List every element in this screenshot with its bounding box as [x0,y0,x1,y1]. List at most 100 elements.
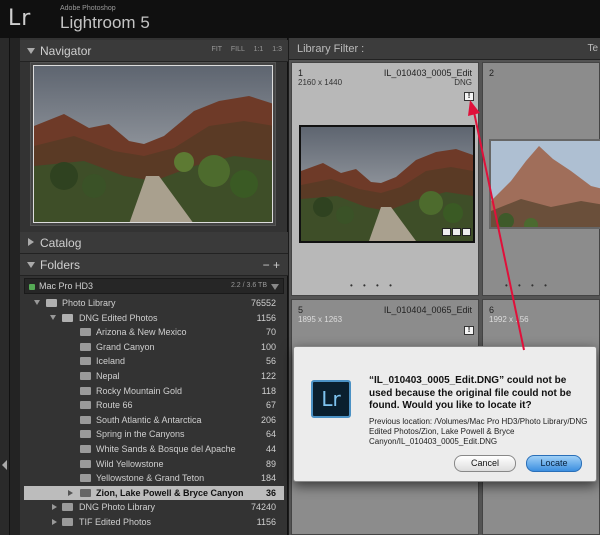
left-edge-toggle[interactable] [0,38,10,535]
folder-item[interactable]: DNG Photo Library 74240 [24,500,284,515]
folder-item[interactable]: Spring in the Canyons 64 [24,427,284,442]
chevron-right-icon[interactable] [52,518,57,525]
cell-extension: DNG [454,78,472,87]
folder-item[interactable]: White Sands & Bosque del Apache 44 [24,442,284,457]
folder-icon [46,299,57,307]
folder-icon [62,503,73,512]
grid-cell[interactable]: 1 IL_010403_0005_Edit 2160 x 1440 DNG ! [291,62,479,296]
folder-label: Photo Library [62,298,116,308]
folder-label: Arizona & New Mexico [96,327,187,338]
keyword-badge-icon[interactable] [442,228,451,236]
folder-item[interactable]: Grand Canyon 100 [24,340,284,355]
folder-item[interactable]: South Atlantic & Antarctica 206 [24,413,284,428]
chevron-right-icon[interactable] [52,504,57,511]
folder-label: Yellowstone & Grand Teton [96,473,205,484]
catalog-header[interactable]: Catalog [20,232,288,254]
navigator-header[interactable]: Navigator FIT FILL 1:1 1:3 [20,40,288,62]
library-filter-bar: Library Filter : Te [289,38,600,60]
folder-icon [80,371,91,380]
folder-label: TIF Edited Photos [79,516,152,527]
folder-label: Iceland [96,356,126,367]
folder-count: 67 [265,400,276,411]
cancel-button[interactable]: Cancel [454,455,516,472]
folder-item[interactable]: Iceland 56 [24,354,284,369]
volume-header[interactable]: Mac Pro HD3 2.2 / 3.6 TB [24,278,284,294]
cell-index: 2 [489,68,495,78]
cell-index: 1 [298,68,304,78]
folder-label: DNG Photo Library [79,502,156,513]
grid-cell[interactable]: 2 • • • • [482,62,600,296]
library-filter-text-button[interactable]: Te [587,43,598,54]
folder-label: DNG Edited Photos [79,312,158,323]
folder-count: 74240 [250,502,276,513]
zoom-1-3-button[interactable]: 1:3 [272,46,282,53]
thumbnail[interactable] [489,139,600,229]
chevron-right-icon [28,238,34,246]
navigator-title: Navigator [40,44,92,58]
folder-icon [80,386,91,395]
volume-name: Mac Pro HD3 [39,281,94,291]
lightroom-logo: Lr [8,6,32,31]
catalog-title: Catalog [40,236,82,250]
folder-icon [62,517,73,526]
canyon-photo [301,127,473,241]
folder-icon [80,474,91,483]
metadata-badge-icon[interactable] [452,228,461,236]
volume-status-icon [29,284,35,290]
folder-label: Zion, Lake Powell & Bryce Canyon [96,487,244,498]
missing-file-icon[interactable]: ! [464,326,474,335]
chevron-down-icon[interactable] [50,314,56,320]
cell-index: 5 [298,305,304,315]
folder-item[interactable]: Yellowstone & Grand Teton 184 [24,471,284,486]
folder-label: Rocky Mountain Gold [96,385,183,396]
missing-file-icon[interactable]: ! [464,92,474,101]
folder-count: 70 [265,327,276,338]
cell-dimensions: 1992 x 156 [489,315,529,324]
title-bar: Lr Adobe Photoshop Lightroom 5 [0,0,600,38]
navigator-image [33,65,273,223]
cell-filename: IL_010403_0005_Edit [383,68,472,78]
cell-dimensions: 1895 x 1263 [298,315,343,324]
folder-item[interactable]: Route 66 67 [24,398,284,413]
zoom-fit-button[interactable]: FIT [212,46,222,53]
folder-icon [80,459,91,468]
folder-count: 64 [265,429,276,440]
folder-item[interactable]: Nepal 122 [24,369,284,384]
folder-item[interactable]: TIF Edited Photos 1156 [24,515,284,530]
rating-dots[interactable]: • • • • [505,281,551,290]
crop-badge-icon[interactable] [462,228,471,236]
folder-item[interactable]: Photo Library 76552 [24,296,284,311]
folder-item[interactable]: DNG Edited Photos 1156 [24,311,284,326]
locate-button[interactable]: Locate [526,455,582,472]
folder-label: Nepal [96,370,120,381]
folder-count: 36 [265,487,276,498]
lightroom-app-icon: Lr [311,380,351,418]
folder-icon [80,430,91,439]
folder-label: Wild Yellowstone [96,458,164,469]
thumbnail[interactable] [299,125,475,243]
folder-item[interactable]: Arizona & New Mexico 70 [24,325,284,340]
chevron-right-icon[interactable] [68,489,73,496]
folder-count: 184 [260,473,276,484]
folder-count: 89 [265,458,276,469]
folder-count: 76552 [250,298,276,308]
folder-icon [80,328,91,337]
cell-dimensions: 2160 x 1440 [298,78,343,87]
folder-add-remove-buttons[interactable]: − + [263,258,280,272]
folder-item[interactable]: Wild Yellowstone 89 [24,457,284,472]
folders-header[interactable]: Folders − + [20,254,288,276]
folder-icon [80,401,91,410]
folder-icon [80,342,91,351]
rating-dots[interactable]: • • • • [350,281,396,290]
folder-label: Grand Canyon [96,341,155,352]
navigator-preview[interactable] [30,62,276,226]
left-panel: Navigator FIT FILL 1:1 1:3 Catalog Folde… [20,38,288,535]
chevron-down-icon[interactable] [34,300,40,305]
folder-item-selected[interactable]: Zion, Lake Powell & Bryce Canyon 36 [24,485,284,501]
zoom-1-1-button[interactable]: 1:1 [254,46,264,53]
zoom-fill-button[interactable]: FILL [231,46,245,53]
canyon-photo [34,66,272,222]
collapse-left-icon[interactable] [2,460,7,470]
chevron-down-icon [271,284,279,290]
folder-item[interactable]: Rocky Mountain Gold 118 [24,384,284,399]
